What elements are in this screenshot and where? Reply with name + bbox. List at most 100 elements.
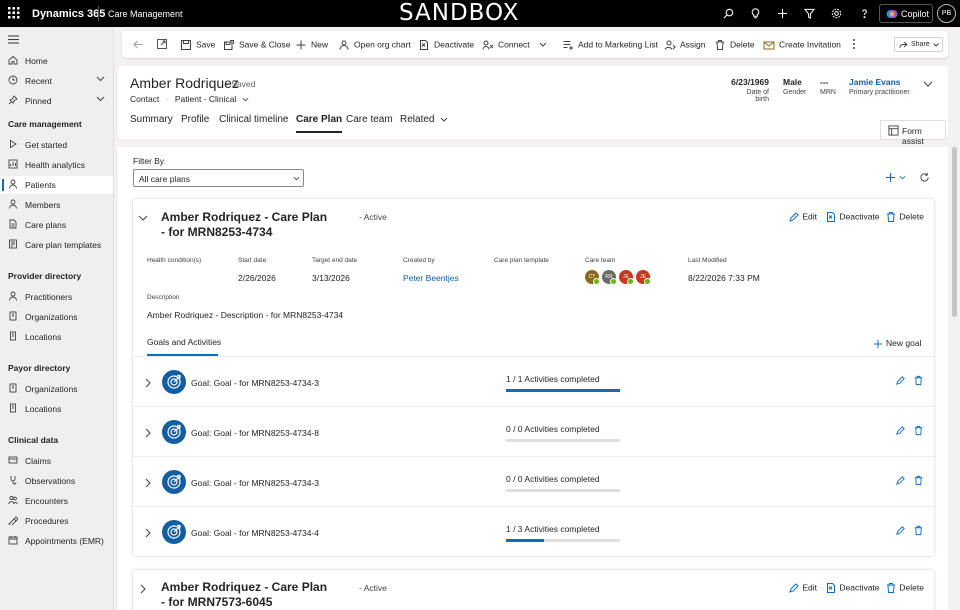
- deactivate-button[interactable]: Deactivate: [418, 39, 474, 51]
- connect-button[interactable]: Connect: [482, 39, 530, 51]
- scrollbar[interactable]: [952, 147, 957, 317]
- goal-name[interactable]: Goal: Goal - for MRN8253-4734-3: [191, 478, 319, 488]
- sidebar-item-organizations[interactable]: Organizations: [0, 308, 113, 326]
- filter-dropdown[interactable]: All care plans: [133, 169, 304, 187]
- delete-icon[interactable]: [913, 475, 924, 486]
- delete-button[interactable]: Delete: [885, 582, 924, 594]
- sidebar-item-recent[interactable]: Recent: [0, 72, 113, 90]
- waffle-icon[interactable]: [8, 7, 20, 19]
- refresh-icon[interactable]: [919, 172, 930, 183]
- chevron-down-icon[interactable]: [899, 175, 906, 180]
- care-team-avatar[interactable]: JE: [619, 270, 634, 285]
- sidebar-item-claims[interactable]: Claims: [0, 452, 113, 470]
- field-label: Primary practitioner: [849, 89, 910, 96]
- sidebar-item-observations[interactable]: Observations: [0, 472, 113, 490]
- goal-row[interactable]: Goal: Goal - for MRN8253-4734-3 1 / 1 Ac…: [133, 356, 934, 406]
- field-label: Start date: [238, 257, 267, 264]
- form-assist-button[interactable]: Form assist: [880, 120, 946, 146]
- hamburger-icon[interactable]: [8, 35, 19, 44]
- sidebar-item-care-plan-templates[interactable]: Care plan templates: [0, 236, 113, 254]
- settings-icon[interactable]: [831, 8, 842, 19]
- brand-name[interactable]: Dynamics 365: [32, 8, 105, 20]
- sidebar-item-get-started[interactable]: Get started: [0, 136, 113, 154]
- add-icon[interactable]: [777, 8, 788, 19]
- goal-name[interactable]: Goal: Goal - for MRN8253-4734-4: [191, 528, 319, 538]
- save-close-button[interactable]: Save & Close: [223, 39, 291, 51]
- goal-progress-bar: [506, 489, 620, 492]
- form-selector[interactable]: Patient - Clinical: [175, 94, 236, 104]
- copilot-button[interactable]: Copilot: [879, 4, 933, 23]
- edit-icon[interactable]: [895, 525, 906, 536]
- delete-button[interactable]: Delete: [714, 39, 755, 51]
- tab-related[interactable]: Related: [400, 114, 448, 125]
- sidebar-item-care-plans[interactable]: Care plans: [0, 216, 113, 234]
- tab-care-plan[interactable]: Care Plan: [296, 114, 343, 133]
- sidebar-item-appointments[interactable]: Appointments (EMR): [0, 532, 113, 550]
- create-invitation-button[interactable]: Create Invitation: [763, 39, 841, 51]
- sidebar-item-pinned[interactable]: Pinned: [0, 92, 113, 110]
- created-by-link[interactable]: Peter Beentjes: [403, 273, 459, 283]
- expand-chevron-icon[interactable]: [140, 584, 146, 594]
- sidebar-item-procedures[interactable]: Procedures: [0, 512, 113, 530]
- tab-summary[interactable]: Summary: [130, 114, 173, 125]
- deactivate-button[interactable]: Deactivate: [825, 211, 880, 223]
- delete-icon[interactable]: [913, 375, 924, 386]
- goal-name[interactable]: Goal: Goal - for MRN8253-4734-8: [191, 428, 319, 438]
- lightbulb-icon[interactable]: [750, 8, 761, 19]
- delete-button[interactable]: Delete: [885, 211, 924, 223]
- care-team-avatar[interactable]: JE: [636, 270, 651, 285]
- goal-row[interactable]: Goal: Goal - for MRN8253-4734-3 0 / 0 Ac…: [133, 456, 934, 506]
- sidebar-item-health-analytics[interactable]: Health analytics: [0, 156, 113, 174]
- sidebar-item-members[interactable]: Members: [0, 196, 113, 214]
- open-org-chart-button[interactable]: Open org chart: [338, 39, 411, 51]
- add-to-marketing-list-button[interactable]: Add to Marketing List: [562, 39, 658, 51]
- sidebar-item-encounters[interactable]: Encounters: [0, 492, 113, 510]
- chevron-down-icon: [440, 117, 448, 122]
- edit-icon[interactable]: [895, 375, 906, 386]
- care-team-avatar[interactable]: CT: [585, 270, 600, 285]
- sidebar-item-payor-organizations[interactable]: Organizations: [0, 380, 113, 398]
- sidebar-item-payor-locations[interactable]: Locations: [0, 400, 113, 418]
- save-button[interactable]: Save: [180, 39, 215, 51]
- search-icon[interactable]: [723, 8, 734, 19]
- delete-icon[interactable]: [913, 525, 924, 536]
- goal-row[interactable]: Goal: Goal - for MRN8253-4734-8 0 / 0 Ac…: [133, 406, 934, 456]
- edit-icon[interactable]: [895, 475, 906, 486]
- deactivate-button[interactable]: Deactivate: [825, 582, 880, 594]
- breadcrumb: Contact · Patient - Clinical: [130, 94, 249, 104]
- open-new-window-icon[interactable]: [157, 39, 167, 49]
- sidebar-item-home[interactable]: Home: [0, 52, 113, 70]
- care-team-avatar[interactable]: RR: [602, 270, 617, 285]
- app-name[interactable]: Care Management: [108, 9, 183, 19]
- goal-name[interactable]: Goal: Goal - for MRN8253-4734-3: [191, 378, 319, 388]
- add-care-plan-icon[interactable]: [885, 172, 896, 183]
- collapse-chevron-icon[interactable]: [138, 215, 148, 221]
- sidebar-section-title: Payor directory: [8, 363, 71, 373]
- edit-button[interactable]: Edit: [788, 582, 817, 594]
- help-icon[interactable]: [859, 8, 870, 19]
- share-button[interactable]: Share: [894, 37, 943, 52]
- edit-icon[interactable]: [895, 425, 906, 436]
- sidebar-item-practitioners[interactable]: Practitioners: [0, 288, 113, 306]
- new-button[interactable]: New: [295, 39, 328, 51]
- sidebar-item-patients[interactable]: Patients: [0, 176, 113, 194]
- tab-clinical-timeline[interactable]: Clinical timeline: [219, 114, 288, 125]
- goal-row[interactable]: Goal: Goal - for MRN8253-4734-4 1 / 3 Ac…: [133, 506, 934, 556]
- chevron-down-icon[interactable]: [539, 42, 547, 47]
- delete-icon[interactable]: [913, 425, 924, 436]
- header-field-practitioner[interactable]: Jamie Evans Primary practitioner: [849, 77, 910, 96]
- user-avatar[interactable]: PB: [937, 4, 956, 23]
- sidebar-item-locations[interactable]: Locations: [0, 328, 113, 346]
- filter-icon[interactable]: [804, 8, 815, 19]
- goal-target-icon: [162, 520, 186, 544]
- more-commands-icon[interactable]: [852, 38, 856, 50]
- field-value[interactable]: Jamie Evans: [849, 77, 910, 87]
- tab-profile[interactable]: Profile: [181, 114, 209, 125]
- expand-header-icon[interactable]: [923, 81, 933, 87]
- back-arrow-icon[interactable]: [133, 40, 143, 49]
- edit-button[interactable]: Edit: [788, 211, 817, 223]
- goals-tab[interactable]: Goals and Activities: [147, 337, 221, 347]
- tab-care-team[interactable]: Care team: [346, 114, 393, 125]
- new-goal-button[interactable]: New goal: [873, 338, 921, 349]
- assign-button[interactable]: Assign: [664, 39, 706, 51]
